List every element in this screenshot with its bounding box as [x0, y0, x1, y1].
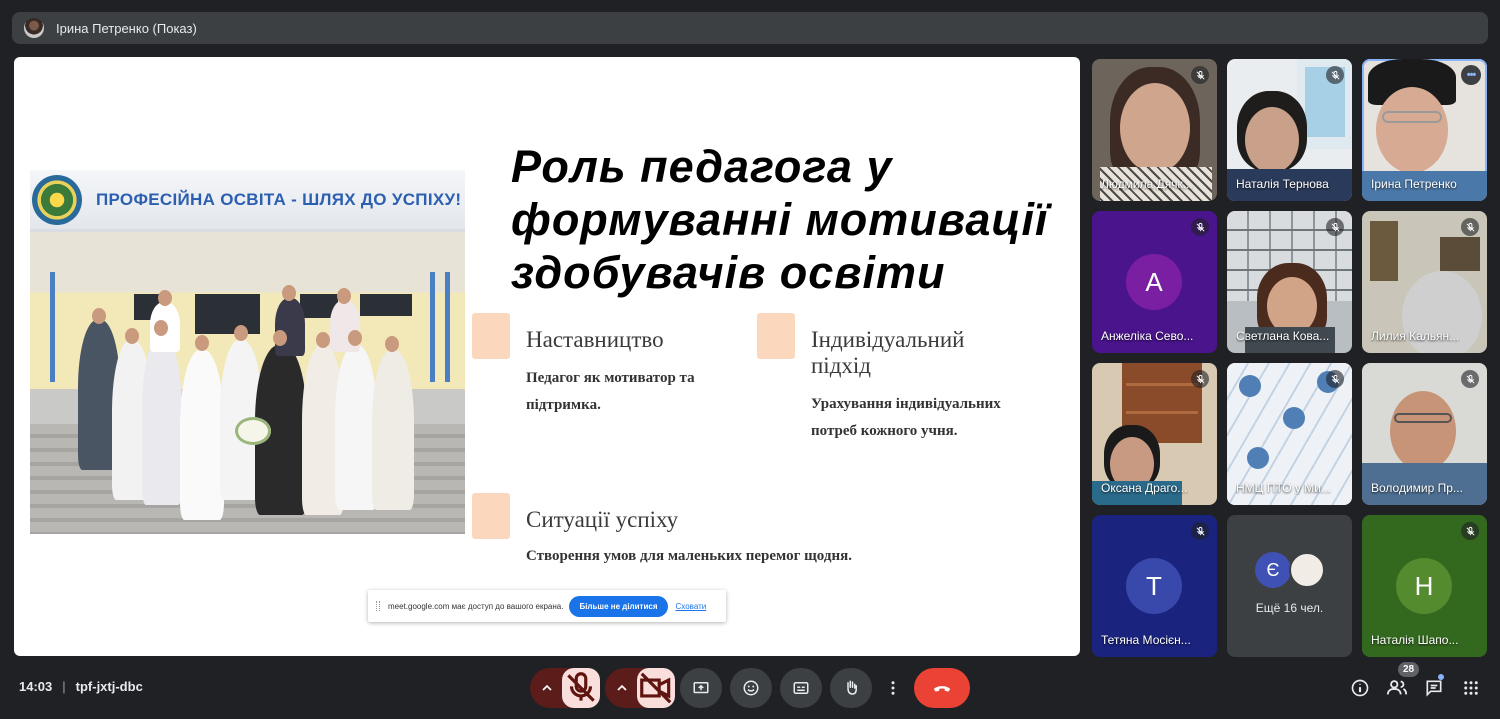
mic-off-icon — [1461, 218, 1479, 236]
participant-tile[interactable]: Людмила Дячк... — [1092, 59, 1217, 201]
group-photo: ПРОФЕСІЙНА ОСВІТА - ШЛЯХ ДО УСПІХУ! — [30, 170, 465, 534]
participant-name: Оксана Драго... — [1101, 481, 1188, 495]
mic-off-icon — [1191, 370, 1209, 388]
bullet-marker — [472, 493, 510, 539]
photo-banner: ПРОФЕСІЙНА ОСВІТА - ШЛЯХ ДО УСПІХУ! — [30, 170, 465, 232]
participant-name: Людмила Дячк... — [1101, 177, 1193, 191]
participant-avatar: Т — [1126, 558, 1182, 614]
participant-tile[interactable]: Оксана Драго... — [1092, 363, 1217, 505]
chat-icon — [1426, 680, 1442, 697]
people-icon — [1386, 680, 1408, 695]
camera-off-icon — [640, 672, 672, 704]
mic-off-icon — [1461, 522, 1479, 540]
participant-name: НМЦ ПТО у Ми... — [1236, 481, 1331, 495]
call-controls-bar: 14:03 | tpf-jxtj-dbc 28 — [0, 662, 1500, 719]
presenter-avatar — [24, 18, 44, 38]
screen-share-notice: meet.google.com має доступ до вашого екр… — [368, 590, 726, 622]
mic-off-icon — [1326, 66, 1344, 84]
participant-tile[interactable]: Володимир Пр... — [1362, 363, 1487, 505]
mic-off-icon — [1191, 66, 1209, 84]
share-notice-text: meet.google.com має доступ до вашого екр… — [388, 601, 564, 611]
bullet-marker — [757, 313, 795, 359]
stop-sharing-button[interactable]: Більше не ділитися — [569, 595, 668, 617]
slide-title: Роль педагога у формуванні мотивації здо… — [511, 141, 1049, 298]
bullet-text-3: Створення умов для маленьких перемог щод… — [526, 548, 852, 564]
people-button[interactable] — [1386, 677, 1408, 699]
captions-button[interactable] — [780, 668, 822, 708]
chevron-up-icon[interactable] — [539, 680, 555, 696]
more-options-icon[interactable]: ••• — [1461, 65, 1481, 85]
separator: | — [62, 679, 66, 694]
drag-handle-icon[interactable] — [376, 601, 380, 611]
participant-name: Ірина Петренко — [1371, 177, 1457, 191]
bullet-marker — [472, 313, 510, 359]
meeting-code: tpf-jxtj-dbc — [75, 679, 143, 694]
participant-name: Володимир Пр... — [1371, 481, 1463, 495]
participant-tile[interactable]: НМЦ ПТО у Ми... — [1227, 363, 1352, 505]
bullet-text-2: Урахування індивідуальних потреб кожного… — [811, 396, 1001, 439]
participant-count-badge: 28 — [1398, 662, 1420, 677]
reactions-button[interactable] — [730, 668, 772, 708]
participant-name: Светлана Кова... — [1236, 329, 1330, 343]
unread-indicator — [1438, 674, 1444, 680]
raise-hand-icon — [847, 680, 857, 695]
participant-name: Тетяна Мосієн... — [1101, 633, 1191, 647]
participant-name: Лилия Кальян... — [1371, 329, 1460, 343]
participant-tile[interactable]: Лилия Кальян... — [1362, 211, 1487, 353]
mic-off-icon — [1191, 218, 1209, 236]
hide-notice-link[interactable]: Сховати — [676, 602, 707, 611]
activities-icon — [1464, 681, 1478, 695]
photo-banner-text: ПРОФЕСІЙНА ОСВІТА - ШЛЯХ ДО УСПІХУ! — [96, 189, 462, 209]
bullet-heading-2: Індивідуальний підхід — [811, 327, 965, 378]
more-participants-label: Ещё 16 чел. — [1255, 601, 1324, 615]
raise-hand-button[interactable] — [830, 668, 872, 708]
presenter-bar[interactable]: Ірина Петренко (Показ) — [12, 12, 1488, 44]
participant-tile[interactable]: Светлана Кова... — [1227, 211, 1352, 353]
shared-screen: ПРОФЕСІЙНА ОСВІТА - ШЛЯХ ДО УСПІХУ! Роль… — [14, 57, 1080, 656]
overflow-avatar: Є — [1255, 552, 1291, 588]
meeting-details-button[interactable] — [1349, 677, 1371, 699]
camera-toggle-button[interactable] — [637, 668, 675, 708]
mic-off-icon — [1326, 370, 1344, 388]
emblem-icon — [32, 174, 82, 225]
meeting-info: 14:03 | tpf-jxtj-dbc — [19, 679, 143, 694]
participant-tile[interactable]: Наталія Тернова — [1227, 59, 1352, 201]
present-icon — [693, 682, 709, 694]
more-icon — [891, 681, 895, 695]
bullet-text-1: Педагог як мотиватор та підтримка. — [526, 370, 695, 413]
participant-avatar: А — [1126, 254, 1182, 310]
more-options-button[interactable] — [880, 668, 906, 708]
mic-toggle-button[interactable] — [562, 668, 600, 708]
clock: 14:03 — [19, 679, 53, 694]
participant-tile[interactable]: Т Тетяна Мосієн... — [1092, 515, 1217, 657]
mic-control — [530, 668, 600, 708]
emoji-icon — [743, 680, 759, 696]
end-call-icon — [933, 686, 951, 692]
more-participants-tile[interactable]: Є Ещё 16 чел. — [1227, 515, 1352, 657]
participant-tile[interactable]: А Анжеліка Сево... — [1092, 211, 1217, 353]
present-button[interactable] — [680, 668, 722, 708]
participant-tile-active[interactable]: ••• Ірина Петренко — [1362, 59, 1487, 201]
mic-off-icon — [567, 672, 595, 702]
participant-avatar: Н — [1396, 558, 1452, 614]
presenter-label: Ірина Петренко (Показ) — [56, 20, 197, 36]
end-call-button[interactable] — [914, 668, 970, 708]
bullet-heading-1: Наставництво — [526, 327, 664, 352]
participant-tile[interactable]: Н Наталія Шапо... — [1362, 515, 1487, 657]
activities-button[interactable] — [1460, 677, 1482, 699]
chevron-up-icon[interactable] — [614, 680, 630, 696]
captions-icon — [793, 682, 809, 694]
participant-name: Анжеліка Сево... — [1101, 329, 1194, 343]
camera-control — [605, 668, 675, 708]
info-icon — [1351, 679, 1369, 697]
mic-off-icon — [1461, 370, 1479, 388]
participant-name: Наталія Тернова — [1236, 177, 1329, 191]
mic-off-icon — [1191, 522, 1209, 540]
mic-off-icon — [1326, 218, 1344, 236]
participant-name: Наталія Шапо... — [1371, 633, 1459, 647]
bullet-heading-3: Ситуації успіху — [526, 507, 679, 532]
chat-button[interactable] — [1423, 677, 1445, 699]
